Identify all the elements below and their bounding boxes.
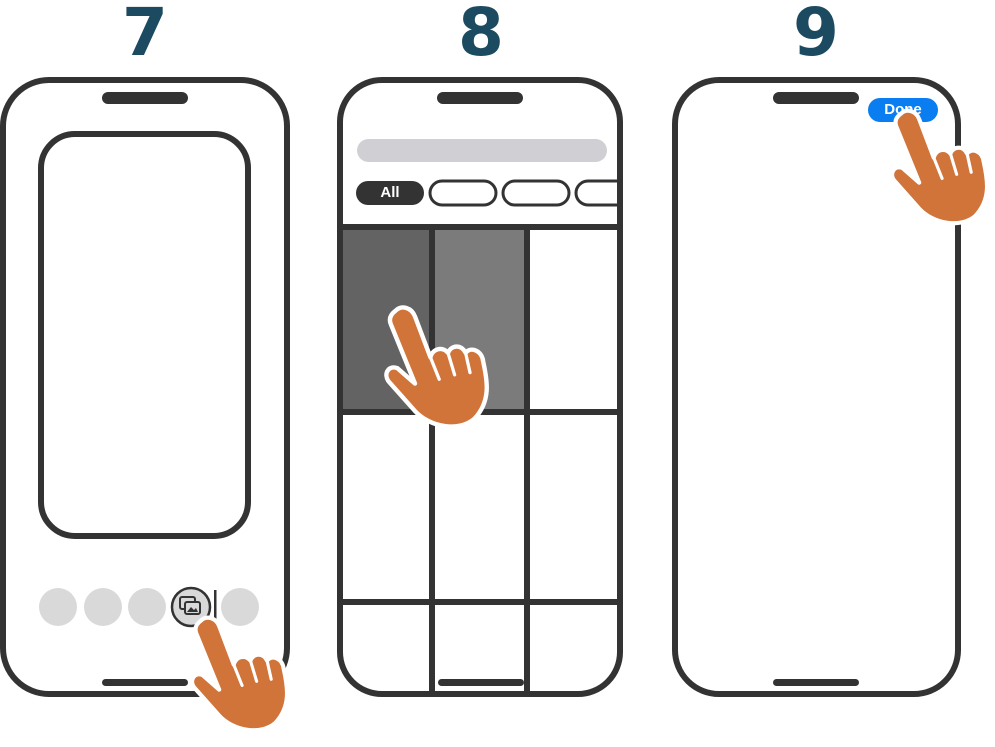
phone-notch-8: [437, 92, 523, 104]
search-bar[interactable]: [357, 139, 607, 162]
phone-notch-7: [102, 92, 188, 104]
filter-pill-4[interactable]: [574, 179, 642, 207]
option-circle-5[interactable]: [221, 588, 259, 626]
photo-tile-3[interactable]: [529, 230, 620, 410]
option-circle-2[interactable]: [84, 588, 122, 626]
filter-pill-2[interactable]: [428, 179, 498, 207]
home-indicator-7: [102, 679, 188, 686]
phone-step-7: [0, 77, 290, 730]
home-indicator-9: [773, 679, 859, 686]
illustration-canvas: [0, 77, 961, 747]
done-button[interactable]: Done: [868, 98, 938, 122]
phone-notch-9: [773, 92, 859, 104]
phone-frame-9: [672, 77, 961, 697]
phone-step-8: [337, 77, 642, 697]
wallpaper-preview-frame: [38, 131, 251, 539]
filter-pill-3[interactable]: [501, 179, 571, 207]
home-indicator-8: [438, 679, 524, 686]
phone-step-9: [672, 77, 961, 697]
option-circle-3[interactable]: [128, 588, 166, 626]
option-circle-1[interactable]: [39, 588, 77, 626]
filter-pill-all[interactable]: All: [356, 181, 424, 205]
